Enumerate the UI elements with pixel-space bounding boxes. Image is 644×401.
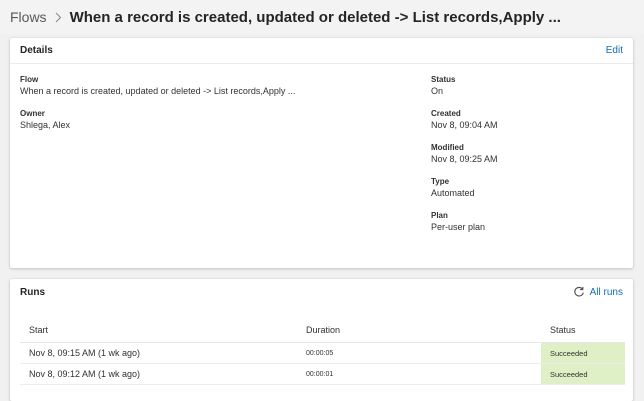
type-value: Automated	[431, 188, 475, 198]
edit-button[interactable]: Edit	[606, 45, 623, 56]
flow-field: Flow When a record is created, updated o…	[20, 75, 295, 98]
runs-header: Runs All runs	[10, 279, 633, 305]
table-row[interactable]: Nov 8, 09:12 AM (1 wk ago) 00:00:01 Succ…	[20, 364, 625, 385]
status-value: On	[431, 86, 444, 96]
table-header: Start Duration Status	[20, 317, 625, 343]
flow-value: When a record is created, updated or del…	[20, 86, 296, 96]
run-duration: 00:00:05	[306, 349, 334, 357]
column-header-status[interactable]: Status	[541, 325, 625, 335]
details-header: Details Edit	[10, 38, 633, 64]
status-label: Status	[431, 75, 456, 84]
status-field: Status On	[431, 75, 498, 98]
column-header-start[interactable]: Start	[20, 325, 297, 335]
owner-field: Owner Shlega, Alex	[20, 109, 295, 132]
column-header-duration[interactable]: Duration	[297, 325, 541, 335]
table-row[interactable]: Nov 8, 09:15 AM (1 wk ago) 00:00:05 Succ…	[20, 343, 625, 364]
all-runs-button[interactable]: All runs	[573, 286, 623, 298]
modified-field: Modified Nov 8, 09:25 AM	[431, 143, 498, 166]
details-title: Details	[20, 45, 53, 56]
details-right-column: Status On Created Nov 8, 09:04 AM Modifi…	[431, 75, 498, 245]
runs-card: Runs All runs Start Duration Status Nov …	[10, 279, 633, 401]
details-card: Details Edit Flow When a record is creat…	[10, 38, 633, 268]
plan-label: Plan	[431, 211, 448, 220]
run-duration: 00:00:01	[306, 370, 334, 378]
type-label: Type	[431, 177, 450, 186]
created-value: Nov 8, 09:04 AM	[431, 120, 498, 130]
runs-table: Start Duration Status Nov 8, 09:15 AM (1…	[20, 317, 625, 385]
chevron-right-icon	[55, 12, 62, 23]
status-badge: Succeeded	[541, 364, 625, 384]
plan-value: Per-user plan	[431, 222, 486, 232]
breadcrumb-flows-link[interactable]: Flows	[10, 9, 47, 25]
details-left-column: Flow When a record is created, updated o…	[20, 75, 295, 143]
owner-value: Shlega, Alex	[20, 120, 71, 130]
status-badge: Succeeded	[541, 343, 625, 363]
flow-label: Flow	[20, 75, 39, 84]
type-field: Type Automated	[431, 177, 498, 200]
created-field: Created Nov 8, 09:04 AM	[431, 109, 498, 132]
owner-label: Owner	[20, 109, 45, 118]
run-start[interactable]: Nov 8, 09:12 AM (1 wk ago)	[20, 369, 297, 379]
refresh-icon	[573, 286, 584, 297]
runs-title: Runs	[20, 286, 45, 298]
modified-label: Modified	[431, 143, 464, 152]
created-label: Created	[431, 109, 461, 118]
run-start[interactable]: Nov 8, 09:15 AM (1 wk ago)	[20, 348, 297, 358]
breadcrumb: Flows When a record is created, updated …	[0, 0, 644, 34]
page-title: When a record is created, updated or del…	[69, 8, 561, 26]
modified-value: Nov 8, 09:25 AM	[431, 154, 498, 164]
all-runs-label: All runs	[589, 286, 623, 298]
plan-field: Plan Per-user plan	[431, 211, 498, 234]
